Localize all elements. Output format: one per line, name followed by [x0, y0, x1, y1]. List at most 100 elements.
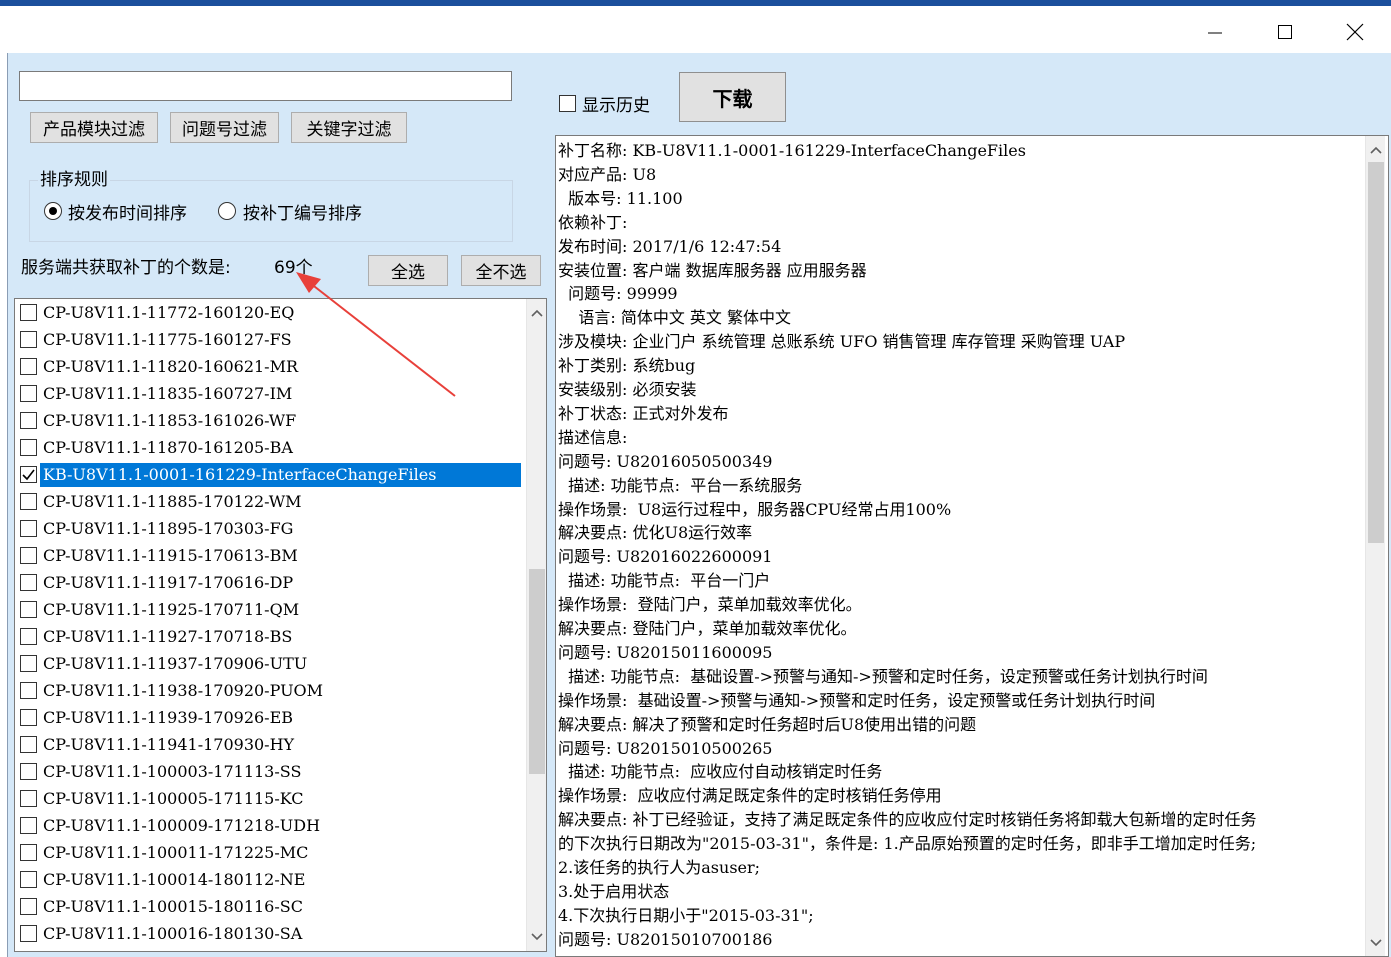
chevron-up-icon	[1370, 146, 1382, 154]
client-area: 产品模块过滤 问题号过滤 关键字过滤 排序规则 按发布时间排序 按补丁编号排序 …	[0, 53, 1391, 957]
patch-name: CP-U8V11.1-11941-170930-HY	[43, 735, 295, 754]
patch-list-item[interactable]: CP-U8V11.1-100014-180112-NE	[15, 866, 521, 893]
detail-line: 4.下次执行日期小于"2015-03-31";	[558, 905, 814, 925]
patch-checkbox[interactable]	[20, 466, 37, 483]
detail-line: 问题号: U82015011600095	[558, 642, 773, 662]
patch-checkbox[interactable]	[20, 682, 37, 699]
patch-list-item[interactable]: CP-U8V11.1-100009-171218-UDH	[15, 812, 521, 839]
patch-checkbox[interactable]	[20, 898, 37, 915]
patch-checkbox[interactable]	[20, 925, 37, 942]
patch-list-item[interactable]: CP-U8V11.1-100016-180130-SA	[15, 920, 521, 947]
detail-line: 描述信息:	[558, 427, 628, 447]
patch-checkbox[interactable]	[20, 574, 37, 591]
patch-checkbox[interactable]	[20, 736, 37, 753]
maximize-button[interactable]	[1262, 12, 1308, 52]
patch-list-item[interactable]: CP-U8V11.1-11927-170718-BS	[15, 623, 521, 650]
chevron-down-icon	[1370, 939, 1382, 947]
patch-checkbox[interactable]	[20, 844, 37, 861]
close-button[interactable]	[1332, 12, 1378, 52]
detail-line: 操作场景: 登陆门户，菜单加载效率优化。	[558, 595, 862, 615]
scroll-thumb[interactable]	[529, 569, 545, 774]
patch-name: CP-U8V11.1-11938-170920-PUOM	[43, 681, 324, 700]
patch-list-item[interactable]: CP-U8V11.1-11939-170926-EB	[15, 704, 521, 731]
detail-line: 补丁状态: 正式对外发布	[558, 403, 729, 423]
detail-line: 补丁名称: KB-U8V11.1-0001-161229-InterfaceCh…	[558, 141, 1026, 160]
detail-line: 版本号: 11.100	[558, 188, 683, 208]
patch-checkbox[interactable]	[20, 439, 37, 456]
patch-checkbox[interactable]	[20, 601, 37, 618]
detail-line: 解决要点: 登陆门户，菜单加载效率优化。	[558, 619, 857, 638]
annotation-arrow-icon	[296, 272, 456, 397]
detail-line: 问题号: 99999	[558, 284, 678, 304]
patch-checkbox[interactable]	[20, 628, 37, 645]
patch-checkbox[interactable]	[20, 763, 37, 780]
detail-line: 对应产品: U8	[558, 164, 657, 184]
patch-list-item[interactable]: KB-U8V11.1-0001-161229-InterfaceChangeFi…	[15, 461, 521, 488]
detail-line: 解决要点: 解决了预警和定时任务超时后U8使用出错的问题	[558, 714, 977, 734]
patch-checkbox[interactable]	[20, 493, 37, 510]
scroll-up-button[interactable]	[1366, 140, 1386, 160]
patch-name: CP-U8V11.1-100003-171113-SS	[43, 762, 302, 781]
scroll-down-button[interactable]	[1366, 933, 1386, 953]
patch-list-item[interactable]: CP-U8V11.1-11895-170303-FG	[15, 515, 521, 542]
patch-list-item[interactable]: CP-U8V11.1-11925-170711-QM	[15, 596, 521, 623]
patch-list-item[interactable]: CP-U8V11.1-11941-170930-HY	[15, 731, 521, 758]
detail-line: 安装位置: 客户端 数据库服务器 应用服务器	[558, 260, 867, 280]
patch-list-item[interactable]: CP-U8V11.1-11938-170920-PUOM	[15, 677, 521, 704]
patch-name: CP-U8V11.1-100011-171225-MC	[43, 843, 309, 862]
patch-name: KB-U8V11.1-0001-161229-InterfaceChangeFi…	[40, 463, 521, 487]
minimize-button[interactable]	[1192, 12, 1238, 52]
patch-list-item[interactable]: CP-U8V11.1-100005-171115-KC	[15, 785, 521, 812]
detail-line: 安装级别: 必须安装	[558, 380, 697, 399]
patch-name: CP-U8V11.1-100005-171115-KC	[43, 789, 304, 808]
show-history-label[interactable]: 显示历史	[582, 91, 650, 116]
patch-name: CP-U8V11.1-11917-170616-DP	[43, 573, 294, 592]
detail-line: 2.该任务的执行人为asuser;	[558, 858, 761, 877]
detail-scrollbar[interactable]	[1365, 136, 1385, 956]
detail-line: 解决要点: 优化U8运行效率	[558, 523, 753, 543]
patch-checkbox[interactable]	[20, 709, 37, 726]
patch-checkbox[interactable]	[20, 655, 37, 672]
download-button[interactable]: 下载	[679, 72, 786, 122]
detail-line: 问题号: U82015010700186	[558, 929, 773, 949]
patch-checkbox[interactable]	[20, 412, 37, 429]
patch-name: CP-U8V11.1-11939-170926-EB	[43, 708, 294, 727]
patch-name: CP-U8V11.1-11885-170122-WM	[43, 492, 302, 511]
scroll-down-button[interactable]	[527, 927, 546, 947]
patch-list-item[interactable]: CP-U8V11.1-100011-171225-MC	[15, 839, 521, 866]
patch-name: CP-U8V11.1-11870-161205-BA	[43, 438, 293, 457]
patch-list-item[interactable]: CP-U8V11.1-100015-180116-SC	[15, 893, 521, 920]
show-history-checkbox[interactable]	[559, 95, 576, 112]
patch-list-item[interactable]: CP-U8V11.1-11870-161205-BA	[15, 434, 521, 461]
chevron-down-icon	[531, 933, 543, 941]
detail-line: 操作场景: U8运行过程中，服务器CPU经常占用100%	[558, 499, 952, 519]
patch-list-item[interactable]: CP-U8V11.1-11915-170613-BM	[15, 542, 521, 569]
detail-line: 描述: 功能节点: 应收应付自动核销定时任务	[558, 762, 883, 782]
detail-line: 发布时间: 2017/1/6 12:47:54	[558, 236, 782, 256]
patch-detail-text[interactable]: 补丁名称: KB-U8V11.1-0001-161229-InterfaceCh…	[555, 135, 1389, 957]
detail-line: 问题号: U82015010500265	[558, 738, 773, 758]
minimize-icon	[1208, 32, 1222, 34]
patch-list-item[interactable]: CP-U8V11.1-100003-171113-SS	[15, 758, 521, 785]
detail-line: 操作场景: 基础设置->预警与通知->预警和定时任务，设定预警或任务计划执行时间	[558, 690, 1156, 710]
scroll-thumb[interactable]	[1368, 162, 1384, 543]
close-icon	[1346, 23, 1364, 41]
patch-checkbox[interactable]	[20, 790, 37, 807]
patch-list-item[interactable]: CP-U8V11.1-11885-170122-WM	[15, 488, 521, 515]
detail-line: 涉及模块: 企业门户 系统管理 总账系统 UFO 销售管理 库存管理 采购管理 …	[558, 332, 1126, 352]
patch-checkbox[interactable]	[20, 547, 37, 564]
patch-name: CP-U8V11.1-11895-170303-FG	[43, 519, 294, 538]
detail-line: 补丁类别: 系统bug	[558, 356, 696, 376]
patch-checkbox[interactable]	[20, 871, 37, 888]
patch-name: CP-U8V11.1-11937-170906-UTU	[43, 654, 308, 673]
detail-line: 的下次执行日期改为"2015-03-31"，条件是: 1.产品原始预置的定时任务…	[558, 834, 1257, 854]
patch-list-item[interactable]: CP-U8V11.1-11917-170616-DP	[15, 569, 521, 596]
detail-line: 问题号: U82016022600091	[558, 547, 773, 567]
patch-checkbox[interactable]	[20, 520, 37, 537]
patch-checkbox[interactable]	[20, 817, 37, 834]
patch-name: CP-U8V11.1-100009-171218-UDH	[43, 816, 321, 835]
patch-list-item[interactable]: CP-U8V11.1-11937-170906-UTU	[15, 650, 521, 677]
detail-line: 语言: 简体中文 英文 繁体中文	[558, 308, 791, 328]
patch-name: CP-U8V11.1-100015-180116-SC	[43, 897, 303, 916]
detail-line: 描述: 功能节点: 基础设置->预警与通知->预警和定时任务，设定预警或任务计划…	[558, 666, 1208, 686]
